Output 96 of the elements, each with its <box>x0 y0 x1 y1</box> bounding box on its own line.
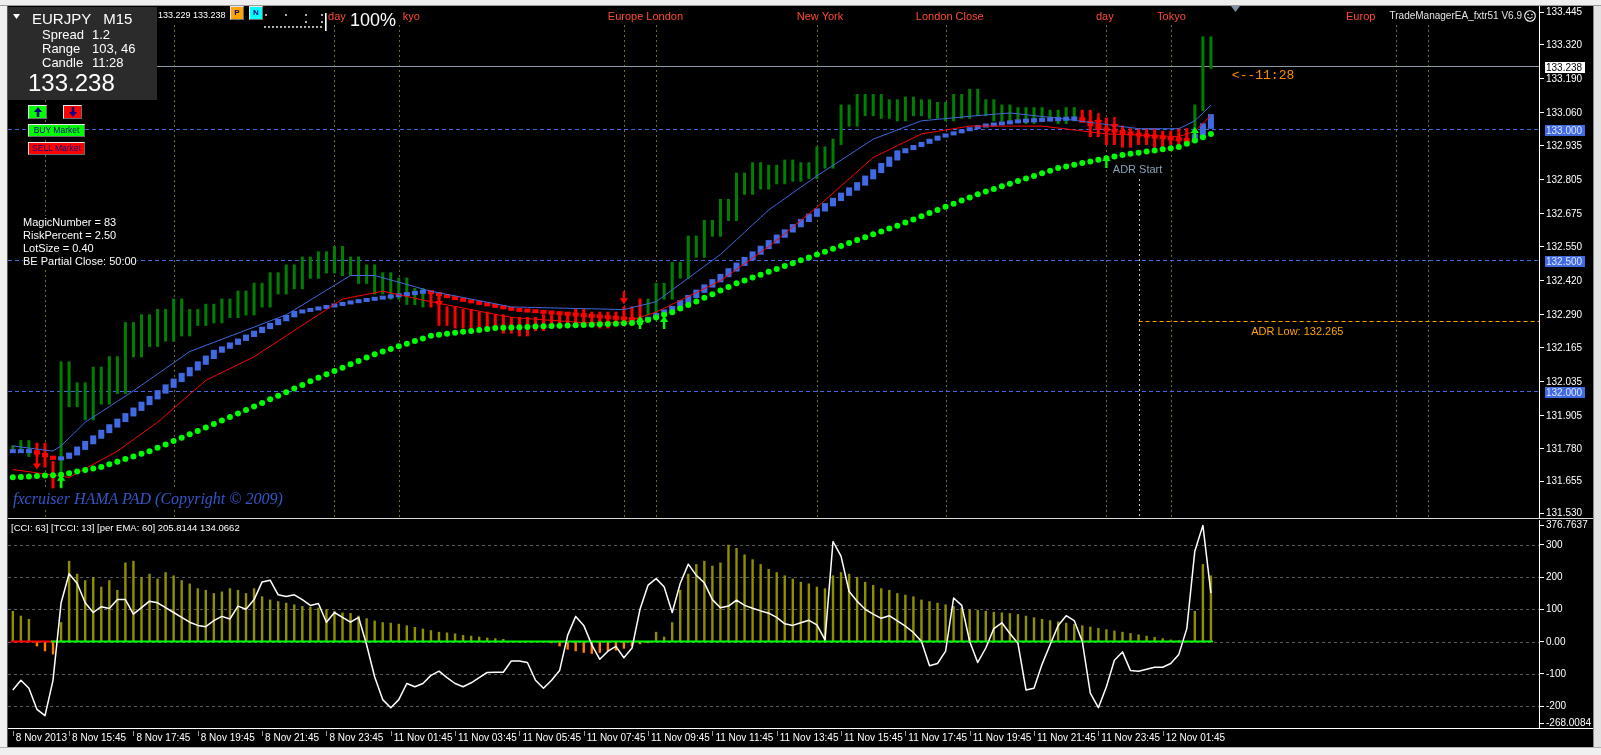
sell-market-button[interactable]: SELL Market <box>28 142 85 155</box>
down-arrow-icon <box>1110 117 1119 130</box>
price-tick-label: 132.165 <box>1540 342 1583 353</box>
toggle-button[interactable]: N <box>249 6 263 20</box>
stat-label: Candle <box>42 56 85 70</box>
time-label: 11 Nov 17:45 <box>905 731 968 744</box>
price-tick-label: 132.035 <box>1540 376 1583 387</box>
time-label: 11 Nov 07:45 <box>583 731 646 744</box>
percent-label: 100% <box>350 9 397 31</box>
up-arrow-icon <box>56 474 66 488</box>
indicator-tick-label: 0.00 <box>1540 636 1566 647</box>
price-tick-label: 132.290 <box>1540 309 1583 320</box>
up-arrow-icon <box>1190 127 1199 141</box>
indicator-title: [CCI: 63] [TCCI: 13] [per EMA: 60] 205.8144 134.0662 <box>11 522 240 534</box>
down-arrow-icon <box>1094 113 1103 127</box>
price-tick-label: 133.445 <box>1540 7 1583 17</box>
time-label: 11 Nov 11:45 <box>712 731 774 744</box>
down-arrow-icon <box>619 291 629 305</box>
indicator-tick-label: 376.7637 <box>1540 520 1588 530</box>
triangle-marker-icon[interactable] <box>1231 6 1240 12</box>
timer-label: <--11:28 <box>1231 69 1295 84</box>
price-tick-label: 131.905 <box>1540 410 1583 421</box>
stat-label: Spread <box>42 28 85 42</box>
time-label: 11 Nov 05:45 <box>519 731 582 744</box>
buy-market-button[interactable]: BUY Market <box>28 124 85 137</box>
price-tick-label: 133.060 <box>1540 107 1583 118</box>
time-label: 11 Nov 09:45 <box>648 731 710 744</box>
session-label: day <box>328 9 346 23</box>
session-label: kyo <box>402 9 420 23</box>
time-label: 8 Nov 23:45 <box>326 731 384 744</box>
stat-value: 11:28 <box>92 56 125 70</box>
chart-label: ADR Low: 132.265 <box>1251 323 1344 338</box>
session-label: day <box>1095 9 1114 23</box>
time-label: 11 Nov 15:45 <box>841 731 903 744</box>
price-tick-label: 132.935 <box>1540 140 1583 151</box>
stat-value: 1.2 <box>92 28 112 42</box>
time-label: 11 Nov 03:45 <box>455 731 517 744</box>
up-arrow-icon <box>33 107 42 117</box>
price-tick-label: 132.550 <box>1540 241 1583 252</box>
price-tick-label: 131.655 <box>1540 476 1583 487</box>
price-tick-label: 132.420 <box>1540 275 1583 286</box>
time-label: 8 Nov 15:45 <box>69 731 127 744</box>
dot-row-drawing <box>264 10 327 32</box>
indicator-tick-label: 300 <box>1540 539 1563 550</box>
caret-icon[interactable] <box>13 14 20 19</box>
time-label: 8 Nov 17:45 <box>133 731 191 744</box>
stat-label: Range <box>42 42 81 56</box>
up-arrow-icon <box>1102 154 1111 168</box>
level-price-tag: 132.500 <box>1545 255 1586 267</box>
time-label: 11 Nov 01:45 <box>390 731 453 744</box>
time-label: 8 Nov 21:45 <box>262 731 320 744</box>
time-label: 8 Nov 2013 <box>12 731 67 744</box>
time-label: 11 Nov 13:45 <box>776 731 839 744</box>
price-display: 133.238 <box>28 70 115 96</box>
price-tick-label: 132.675 <box>1540 208 1583 219</box>
indicator-tick-label: 100 <box>1540 604 1563 615</box>
timeframe-label: M15 <box>103 9 133 28</box>
session-label: Europe London <box>607 9 684 23</box>
time-label: 8 Nov 19:45 <box>197 731 255 744</box>
time-label: 11 Nov 19:45 <box>969 731 1032 744</box>
session-label: New York <box>796 9 844 23</box>
up-arrow-icon <box>659 316 669 330</box>
session-label: Tokyo <box>1157 9 1186 23</box>
smiley-icon <box>1524 10 1536 22</box>
current-price-tag: 133.238 <box>1545 62 1586 74</box>
price-tick-label: 133.320 <box>1540 39 1583 50</box>
price-tick-label: 132.805 <box>1540 174 1583 185</box>
up-arrow-icon <box>635 316 645 330</box>
setting-text: MagicNumber = 83 <box>23 216 117 229</box>
price-tick-label: 133.190 <box>1540 73 1583 84</box>
indicator-tick-label: -100 <box>1540 668 1566 679</box>
chart-label: ADR Start <box>1112 162 1163 177</box>
price-tick-label: 131.780 <box>1540 443 1583 454</box>
credit-text: fxcruiser HAMA PAD (Copyright © 2009) <box>13 490 283 508</box>
price-tick-label: 131.530 <box>1540 508 1583 518</box>
symbol-label: EURJPY <box>32 9 92 28</box>
session-label: Europ <box>1346 9 1376 23</box>
indicator-tick-label: -200 <box>1540 701 1566 712</box>
sell-arrow-button[interactable] <box>63 105 82 119</box>
level-price-tag: 133.000 <box>1545 124 1586 136</box>
down-arrow-icon <box>68 107 77 117</box>
time-label: 12 Nov 01:45 <box>1162 731 1226 744</box>
setting-text: BE Partial Close: 50:00 <box>23 255 137 268</box>
setting-text: RiskPercent = 2.50 <box>23 229 117 242</box>
setting-text: LotSize = 0.40 <box>23 242 94 255</box>
indicator-tick-label: 200 <box>1540 572 1563 582</box>
toggle-button[interactable]: P <box>230 6 244 20</box>
level-price-tag: 132.000 <box>1545 386 1586 398</box>
bid-ask-label: 133.229 133.238 <box>158 10 226 21</box>
time-label: 11 Nov 23:45 <box>1098 731 1161 744</box>
time-label: 11 Nov 21:45 <box>1034 731 1096 744</box>
buy-arrow-button[interactable] <box>28 105 47 119</box>
session-label: London Close <box>915 9 984 23</box>
expert-name-label: TradeManagerEA_fxtr51 V6.9 <box>1389 9 1522 23</box>
stat-value: 103, 46 <box>92 42 136 56</box>
indicator-tick-label: -268.0084 <box>1540 718 1592 728</box>
